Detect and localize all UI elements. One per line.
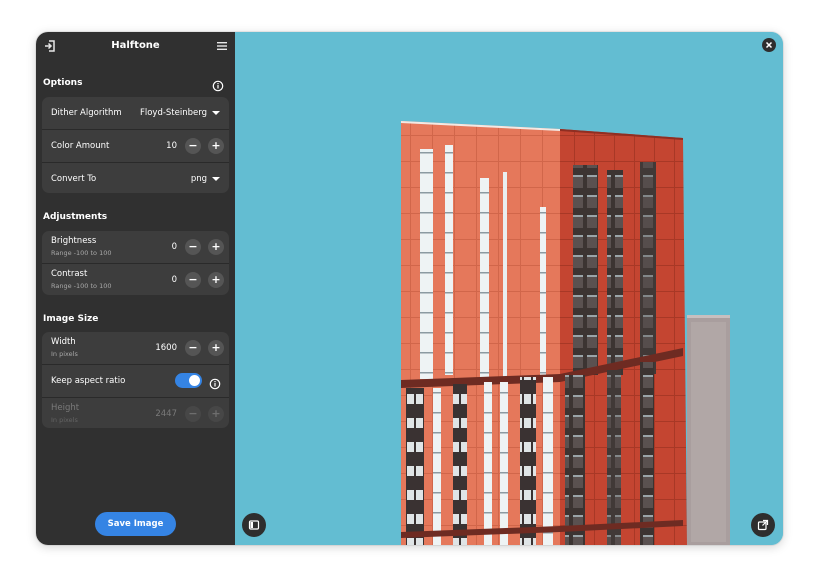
keep-aspect-label: Keep aspect ratio xyxy=(51,376,126,386)
decrease-button[interactable]: − xyxy=(185,340,201,356)
close-button[interactable] xyxy=(762,38,776,52)
contrast-row: Contrast Range -100 to 100 0 − + xyxy=(42,264,229,295)
width-label: Width xyxy=(51,337,76,347)
brightness-range: Range -100 to 100 xyxy=(51,249,112,257)
height-unit: In pixels xyxy=(51,416,78,424)
height-value: 2447 xyxy=(155,409,177,419)
decrease-button[interactable]: − xyxy=(185,138,201,154)
keep-aspect-toggle[interactable] xyxy=(175,373,202,388)
increase-button[interactable]: + xyxy=(208,272,224,288)
height-label: Height xyxy=(51,403,80,413)
brightness-label: Brightness xyxy=(51,236,97,246)
brightness-value: 0 xyxy=(171,242,177,252)
chevron-down-icon[interactable] xyxy=(212,111,220,115)
adjustments-title: Adjustments xyxy=(43,212,108,222)
info-icon[interactable] xyxy=(209,375,221,390)
increase-button[interactable]: + xyxy=(208,340,224,356)
save-image-button[interactable]: Save Image xyxy=(95,512,176,536)
decrease-button: − xyxy=(185,406,201,422)
width-unit: In pixels xyxy=(51,350,78,358)
info-icon[interactable] xyxy=(212,77,224,92)
adjustments-card: Brightness Range -100 to 100 0 − + Contr… xyxy=(42,231,229,295)
dither-algorithm-value[interactable]: Floyd-Steinberg xyxy=(140,108,207,118)
decrease-button[interactable]: − xyxy=(185,239,201,255)
width-value[interactable]: 1600 xyxy=(155,343,177,353)
external-link-icon xyxy=(757,519,769,531)
open-external-button[interactable] xyxy=(751,513,775,537)
color-amount-label: Color Amount xyxy=(51,141,110,151)
convert-to-row[interactable]: Convert To png xyxy=(42,163,229,193)
contrast-value: 0 xyxy=(171,275,177,285)
hamburger-menu-icon[interactable] xyxy=(216,38,232,54)
building-photo xyxy=(235,32,783,545)
options-title: Options xyxy=(43,78,83,88)
increase-button: + xyxy=(208,406,224,422)
sidebar: Halftone Options Dither Algorithm Floyd-… xyxy=(36,32,235,545)
image-size-title: Image Size xyxy=(43,314,99,324)
color-amount-value: 10 xyxy=(166,141,177,151)
toggle-knob xyxy=(189,375,200,386)
image-preview xyxy=(235,32,783,545)
close-icon xyxy=(765,41,773,49)
sidebar-icon xyxy=(248,520,260,530)
contrast-label: Contrast xyxy=(51,269,88,279)
dither-algorithm-row[interactable]: Dither Algorithm Floyd-Steinberg xyxy=(42,97,229,130)
app-window: Halftone Options Dither Algorithm Floyd-… xyxy=(36,32,783,545)
convert-to-label: Convert To xyxy=(51,174,97,184)
keep-aspect-row: Keep aspect ratio xyxy=(42,365,229,398)
options-card: Dither Algorithm Floyd-Steinberg Color A… xyxy=(42,97,229,193)
toggle-sidebar-button[interactable] xyxy=(242,513,266,537)
chevron-down-icon[interactable] xyxy=(212,177,220,181)
decrease-button[interactable]: − xyxy=(185,272,201,288)
color-amount-row: Color Amount 10 − + xyxy=(42,130,229,163)
width-row: Width In pixels 1600 − + xyxy=(42,332,229,365)
height-row: Height In pixels 2447 − + xyxy=(42,398,229,428)
contrast-range: Range -100 to 100 xyxy=(51,282,112,290)
image-size-card: Width In pixels 1600 − + Keep aspect rat… xyxy=(42,332,229,428)
increase-button[interactable]: + xyxy=(208,138,224,154)
increase-button[interactable]: + xyxy=(208,239,224,255)
headerbar: Halftone xyxy=(36,32,235,60)
app-title: Halftone xyxy=(111,40,160,51)
convert-to-value[interactable]: png xyxy=(191,174,207,184)
dither-algorithm-label: Dither Algorithm xyxy=(51,108,122,118)
brightness-row: Brightness Range -100 to 100 0 − + xyxy=(42,231,229,264)
